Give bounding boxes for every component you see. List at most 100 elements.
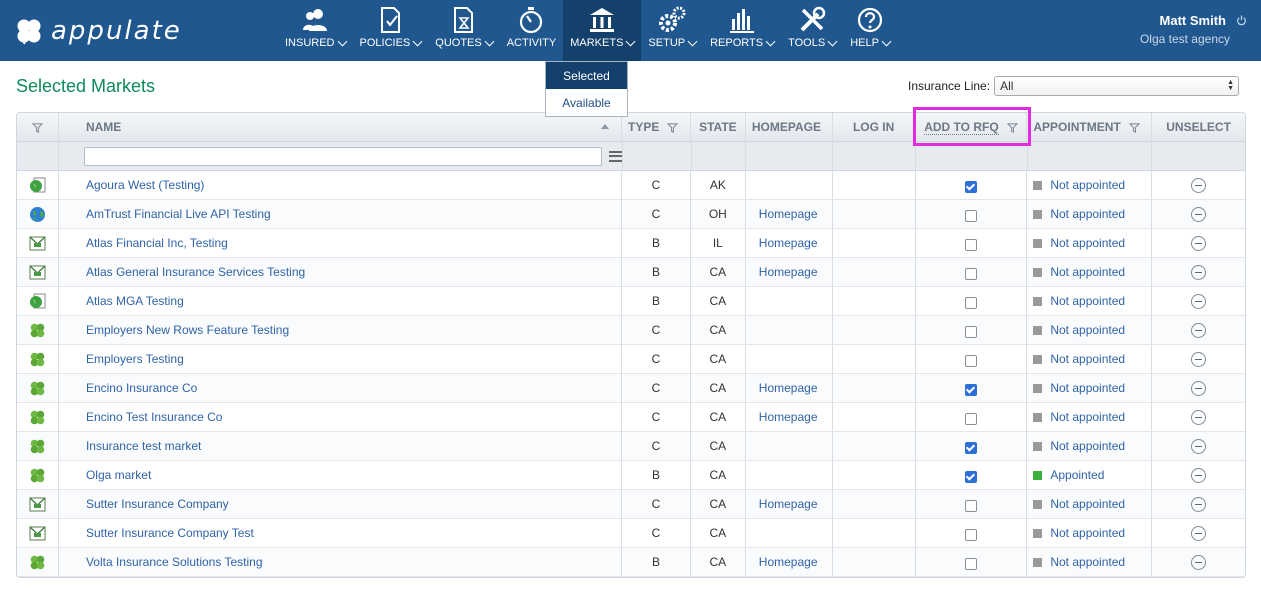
unselect-button[interactable] <box>1191 206 1207 222</box>
appointment-link[interactable]: Not appointed <box>1050 526 1125 540</box>
nav-insured[interactable]: INSURED <box>278 0 353 61</box>
nav-setup[interactable]: SETUP <box>641 0 703 61</box>
add-to-rfq-checkbox[interactable] <box>964 297 977 309</box>
app-logo[interactable]: appulate <box>15 16 182 46</box>
appointment-link[interactable]: Not appointed <box>1050 439 1125 453</box>
add-to-rfq-checkbox[interactable] <box>964 326 977 338</box>
col-add-rfq[interactable]: ADD TO RFQ <box>916 113 1028 141</box>
unselect-button[interactable] <box>1191 525 1207 541</box>
market-type: B <box>651 294 660 308</box>
market-name-link[interactable]: Atlas General Insurance Services Testing <box>60 265 305 279</box>
menu-item-available[interactable]: Available <box>546 89 627 116</box>
insurance-line-value: All <box>1000 79 1014 93</box>
appointment-link[interactable]: Not appointed <box>1050 555 1125 569</box>
unselect-button[interactable] <box>1191 177 1207 193</box>
appointment-link[interactable]: Not appointed <box>1050 323 1125 337</box>
col-unselect: UNSELECT <box>1152 113 1245 141</box>
add-to-rfq-checkbox[interactable] <box>964 529 977 541</box>
unselect-button[interactable] <box>1191 264 1207 280</box>
market-name-link[interactable]: Employers New Rows Feature Testing <box>60 323 289 337</box>
col-login[interactable]: LOG IN <box>833 113 916 141</box>
homepage-link[interactable]: Homepage <box>759 410 818 424</box>
homepage-link[interactable]: Homepage <box>759 381 818 395</box>
add-to-rfq-checkbox[interactable] <box>964 181 977 193</box>
nav-reports[interactable]: REPORTS <box>703 0 781 61</box>
filter-icon[interactable] <box>31 122 43 133</box>
homepage-link[interactable]: Homepage <box>759 207 818 221</box>
add-to-rfq-checkbox[interactable] <box>964 442 977 454</box>
appointment-link[interactable]: Not appointed <box>1050 381 1125 395</box>
market-name-link[interactable]: AmTrust Financial Live API Testing <box>60 207 271 221</box>
nav-markets[interactable]: MARKETS <box>563 0 642 61</box>
menu-item-selected[interactable]: Selected <box>546 62 627 89</box>
unselect-button[interactable] <box>1191 438 1207 454</box>
filter-icon[interactable] <box>1006 122 1018 133</box>
market-name-link[interactable]: Atlas Financial Inc, Testing <box>60 236 228 250</box>
market-name-link[interactable]: Volta Insurance Solutions Testing <box>60 555 263 569</box>
market-name-link[interactable]: Employers Testing <box>60 352 184 366</box>
table-row: Sutter Insurance Company C CA Homepage N… <box>17 490 1245 519</box>
add-to-rfq-checkbox[interactable] <box>964 384 977 396</box>
unselect-button[interactable] <box>1191 293 1207 309</box>
market-name-link[interactable]: Atlas MGA Testing <box>60 294 184 308</box>
add-to-rfq-checkbox[interactable] <box>964 239 977 251</box>
appointment-link[interactable]: Appointed <box>1050 468 1104 482</box>
unselect-button[interactable] <box>1191 467 1207 483</box>
appointment-link[interactable]: Not appointed <box>1050 352 1125 366</box>
col-name[interactable]: NAME <box>59 113 623 141</box>
col-type[interactable]: TYPE <box>622 113 691 141</box>
appointment-link[interactable]: Not appointed <box>1050 207 1125 221</box>
unselect-button[interactable] <box>1191 409 1207 425</box>
name-filter-input[interactable] <box>83 146 603 166</box>
appointment-link[interactable]: Not appointed <box>1050 236 1125 250</box>
nav-help[interactable]: HELP <box>843 0 897 61</box>
filter-icon[interactable] <box>1128 122 1140 133</box>
col-appointment[interactable]: APPOINTMENT <box>1027 113 1153 141</box>
unselect-button[interactable] <box>1191 496 1207 512</box>
appointment-link[interactable]: Not appointed <box>1050 265 1125 279</box>
market-name-link[interactable]: Encino Insurance Co <box>60 381 197 395</box>
market-name-link[interactable]: Olga market <box>60 468 151 482</box>
nav-quotes[interactable]: QUOTES <box>428 0 499 61</box>
add-to-rfq-checkbox[interactable] <box>964 413 977 425</box>
add-to-rfq-checkbox[interactable] <box>964 558 977 570</box>
market-name-link[interactable]: Agoura West (Testing) <box>60 178 205 192</box>
add-to-rfq-checkbox[interactable] <box>964 210 977 222</box>
market-name-link[interactable]: Insurance test market <box>60 439 201 453</box>
market-name-link[interactable]: Encino Test Insurance Co <box>60 410 223 424</box>
appointment-link[interactable]: Not appointed <box>1050 497 1125 511</box>
col-state[interactable]: STATE <box>691 113 746 141</box>
add-to-rfq-checkbox[interactable] <box>964 355 977 367</box>
unselect-button[interactable] <box>1191 322 1207 338</box>
filter-icon[interactable] <box>667 122 679 133</box>
appointment-status-icon <box>1033 325 1043 335</box>
col-homepage[interactable]: HOMEPAGE <box>746 113 833 141</box>
quotes-icon <box>449 5 479 35</box>
market-type: C <box>651 323 661 337</box>
user-name[interactable]: Matt Smith <box>1160 13 1226 28</box>
appointment-status-icon <box>1033 296 1043 306</box>
appointment-link[interactable]: Not appointed <box>1050 178 1125 192</box>
appointment-link[interactable]: Not appointed <box>1050 410 1125 424</box>
column-menu-icon[interactable] <box>609 150 622 162</box>
unselect-button[interactable] <box>1191 235 1207 251</box>
unselect-button[interactable] <box>1191 554 1207 570</box>
insurance-line-select[interactable]: All ▲ ▼ <box>994 76 1240 96</box>
homepage-link[interactable]: Homepage <box>759 236 818 250</box>
power-icon[interactable] <box>1236 15 1247 26</box>
nav-tools[interactable]: TOOLS <box>781 0 843 61</box>
appointment-link[interactable]: Not appointed <box>1050 294 1125 308</box>
market-name-link[interactable]: Sutter Insurance Company Test <box>60 526 254 540</box>
homepage-link[interactable]: Homepage <box>759 555 818 569</box>
unselect-button[interactable] <box>1191 380 1207 396</box>
homepage-link[interactable]: Homepage <box>759 265 818 279</box>
nav-label-text: TOOLS <box>788 37 826 49</box>
homepage-link[interactable]: Homepage <box>759 497 818 511</box>
add-to-rfq-checkbox[interactable] <box>964 471 977 483</box>
unselect-button[interactable] <box>1191 351 1207 367</box>
add-to-rfq-checkbox[interactable] <box>964 268 977 280</box>
nav-activity[interactable]: ACTIVITY <box>500 0 564 61</box>
market-name-link[interactable]: Sutter Insurance Company <box>60 497 229 511</box>
add-to-rfq-checkbox[interactable] <box>964 500 977 512</box>
nav-policies[interactable]: POLICIES <box>353 0 429 61</box>
